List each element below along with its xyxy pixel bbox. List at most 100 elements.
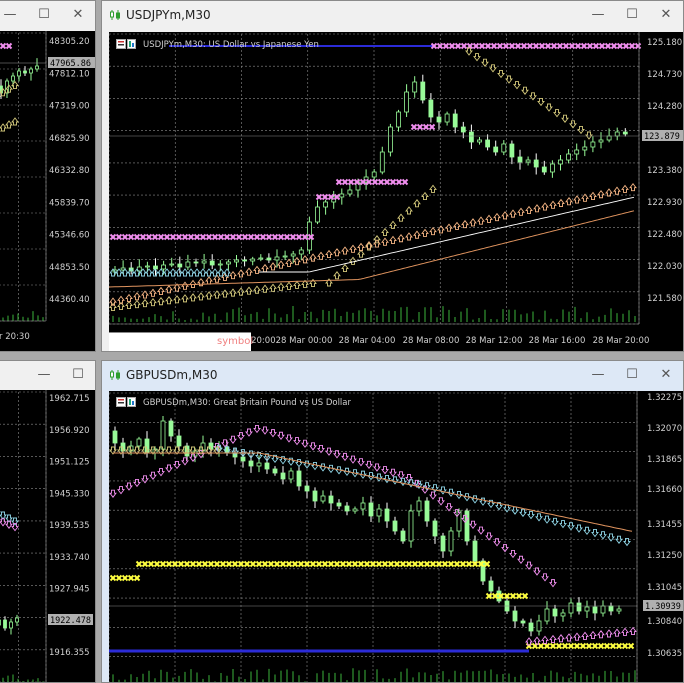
sell-arrow [509,549,517,559]
close-button[interactable]: ✕ [61,1,95,28]
buy-arrow [317,251,325,260]
buy-signal-cross [423,560,431,568]
maximize-button[interactable]: ☐ [615,361,649,388]
close-icon: ✕ [660,367,672,382]
buy-arrow [149,288,157,297]
price-axis-label: 1.30840 [647,617,682,627]
candle-body [153,265,158,270]
sell-signal-cross [371,178,379,186]
sell-arrow [293,437,301,446]
minimize-button[interactable]: — [27,361,61,388]
sell-signal-cross [335,178,343,186]
buy-signal-cross [453,560,461,568]
minimize-button[interactable]: — [0,1,27,28]
candle-body [15,617,19,623]
sell-arrow [525,561,533,570]
price-chart[interactable]: 48305.20 47812.10 47319.00 46825.90 46332.80… [0,31,95,351]
buy-arrow [373,239,381,248]
time-axis-label: 28 Mar 16:00 [529,336,586,346]
sell-signal-cross [484,42,492,50]
buy-arrow [165,296,173,305]
buy-arrow [429,226,437,236]
sell-signal-cross [544,42,552,50]
candle-body [193,261,199,264]
buy-arrow [269,262,277,271]
sell-signal-cross [265,233,273,241]
minimize-button[interactable]: — [581,1,615,28]
buy-signal-cross [509,592,517,600]
sell-arrow [389,468,397,477]
close-button[interactable]: ✕ [649,1,683,28]
sell-arrow [0,511,7,520]
sell-signal-cross [289,233,297,241]
sell-signal-cross [235,233,243,241]
minimize-button[interactable]: — [581,361,615,388]
title-bar: USDJPYm,M30 — ☐ ✕ [102,1,683,28]
maximize-button[interactable]: ☐ [615,1,649,28]
buy-arrow [197,292,205,301]
buy-arrow [605,629,613,638]
candle-body [250,258,256,262]
minimize-icon: — [591,7,605,22]
candle-body [29,68,33,74]
candle-body [614,131,620,137]
buy-signal-cross [603,642,611,650]
sell-arrow [397,471,405,480]
buy-signal-cross [147,560,155,568]
price-chart[interactable]: 125.180124.730124.280123.830123.380122.9… [109,32,683,351]
candle-body [298,249,304,255]
price-axis-label: 124.730 [647,70,682,80]
buy-arrow [333,248,341,257]
candle-body [509,143,515,158]
sell-arrow [553,109,561,118]
candle-body [160,420,166,450]
candle-body [379,151,385,173]
chart-window-left-bottom: — ☐ 1962.715 1956.920 1951.125 1945.330 1939… [0,360,96,683]
buy-arrow [221,289,229,298]
sell-signal-cross [127,233,135,241]
sell-signal-cross [187,233,195,241]
sell-arrow [473,53,481,62]
sell-signal-cross [580,42,588,50]
price-axis-label: 46825.90 [49,134,90,144]
symbol-tab[interactable]: symbol [109,332,254,351]
price-axis-label: 122.480 [647,230,682,240]
candle-body [145,265,150,268]
price-axis-label: 1956.920 [49,426,90,436]
candle-body [533,159,539,168]
buy-signal-cross [231,560,239,568]
maximize-button[interactable]: ☐ [27,1,61,28]
buy-arrow [341,263,349,273]
symbol-tab-label: symbol [217,336,254,347]
buy-arrow [245,267,253,276]
buy-signal-cross [381,560,389,568]
buy-arrow [157,297,165,306]
sell-signal-cross [416,123,424,131]
candle-body [304,485,310,492]
buy-arrow [405,232,413,241]
candle-body [201,260,207,264]
buy-arrow [629,626,637,636]
buy-arrow [421,191,429,201]
sell-arrow [559,520,567,529]
title-bar: — ☐ [0,361,95,388]
candle-body [344,505,350,512]
chart-label: USDJPYm,M30: US Dollar vs Japanese Yen [143,40,319,50]
candle-body [208,442,214,450]
maximize-button[interactable]: ☐ [61,361,95,388]
candle-body [568,602,574,614]
price-chart[interactable]: 1.32275 1.32070 1.31865 1.31660 1.31455 1.312… [109,391,683,682]
buy-signal-cross [375,560,383,568]
price-axis-label: 122.930 [647,198,682,208]
buy-arrow [217,268,225,277]
buy-signal-cross [555,642,563,650]
current-price-label: 1.30939 [645,602,681,612]
sell-arrow [285,434,293,443]
price-chart[interactable]: 1962.715 1956.920 1951.125 1945.330 1939.535… [0,390,95,682]
time-axis-label: 28 Mar 04:00 [339,336,396,346]
buy-signal-cross [627,642,635,650]
close-button[interactable]: ✕ [649,361,683,388]
candle-body [485,139,491,148]
buy-arrow [293,256,301,266]
price-axis-label: 1945.330 [49,489,90,499]
